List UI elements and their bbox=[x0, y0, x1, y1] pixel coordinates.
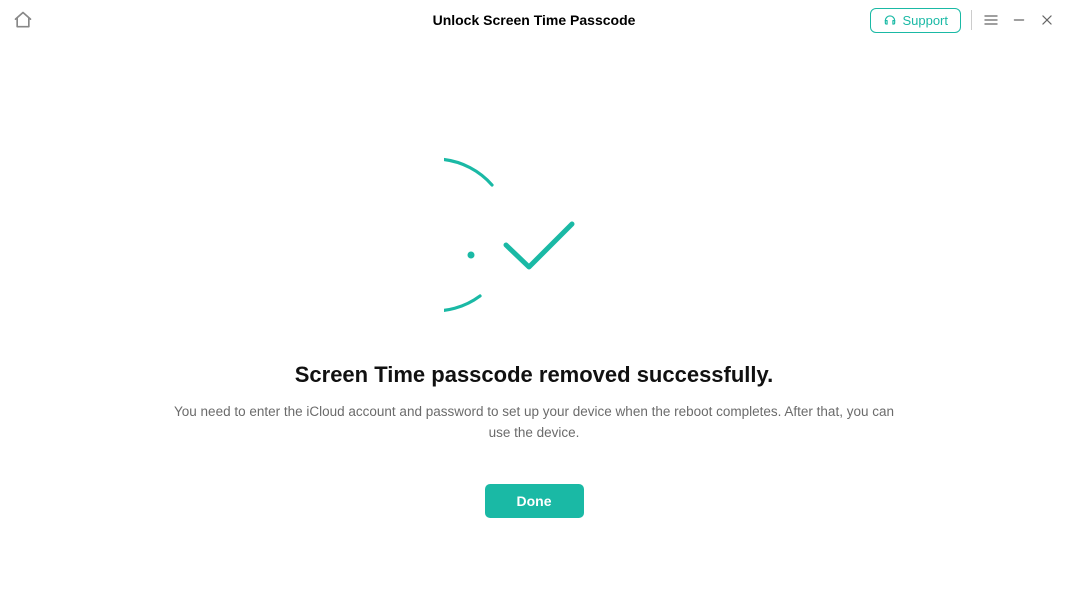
titlebar-divider bbox=[971, 10, 972, 30]
support-label: Support bbox=[902, 13, 948, 28]
menu-icon bbox=[983, 12, 999, 28]
success-subtext: You need to enter the iCloud account and… bbox=[164, 402, 904, 444]
close-icon bbox=[1040, 13, 1054, 27]
done-button-label: Done bbox=[517, 493, 552, 509]
titlebar-right: Support bbox=[870, 8, 1056, 33]
done-button[interactable]: Done bbox=[485, 484, 584, 518]
success-indicator bbox=[444, 152, 624, 332]
close-button[interactable] bbox=[1038, 11, 1056, 29]
home-icon bbox=[13, 10, 33, 30]
titlebar: Unlock Screen Time Passcode Support bbox=[0, 0, 1068, 40]
headset-icon bbox=[883, 13, 897, 27]
titlebar-left bbox=[12, 9, 34, 31]
main-content: Screen Time passcode removed successfull… bbox=[0, 40, 1068, 518]
support-button[interactable]: Support bbox=[870, 8, 961, 33]
window-controls bbox=[982, 11, 1056, 29]
minimize-button[interactable] bbox=[1010, 11, 1028, 29]
window-title: Unlock Screen Time Passcode bbox=[433, 12, 636, 28]
home-button[interactable] bbox=[12, 9, 34, 31]
success-heading: Screen Time passcode removed successfull… bbox=[295, 362, 774, 388]
menu-button[interactable] bbox=[982, 11, 1000, 29]
minimize-icon bbox=[1012, 13, 1026, 27]
success-checkmark-icon bbox=[444, 152, 624, 332]
